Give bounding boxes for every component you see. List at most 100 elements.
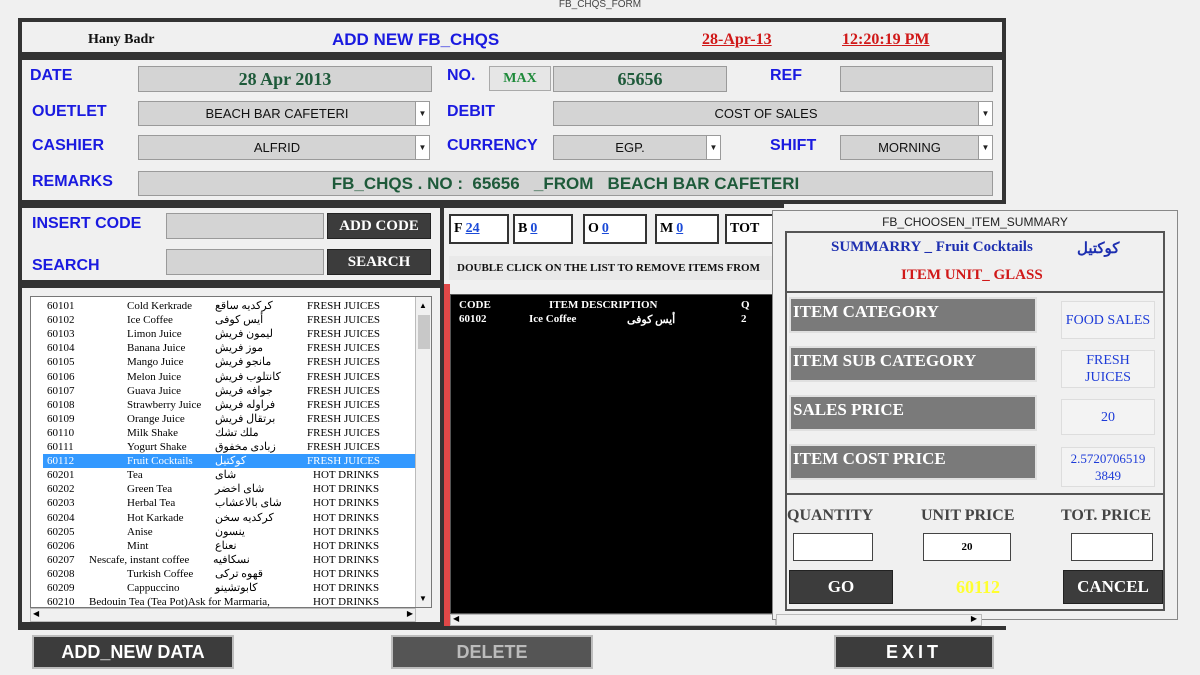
order-row[interactable]: 60102 Ice Coffee أيس كوفى 2 — [451, 313, 775, 327]
list-item[interactable]: 60205 Anise ينسون HOT DRINKS — [43, 525, 415, 539]
cashier-select[interactable]: ALFRID ▼ — [138, 135, 430, 160]
max-button[interactable]: MAX — [489, 66, 551, 91]
counter-letter: TOT — [730, 221, 760, 236]
list-item-code: 60109 — [47, 412, 75, 425]
shift-label: SHIFT — [770, 137, 817, 154]
chevron-down-icon[interactable]: ▼ — [415, 136, 429, 159]
list-item-arabic: نعناع — [215, 539, 237, 552]
list-item[interactable]: 60203 Herbal Tea شاى بالاعشاب HOT DRINKS — [43, 496, 415, 510]
unit-price-input[interactable]: 20 — [923, 533, 1011, 561]
counter-o: O0 — [583, 214, 647, 244]
list-item-name: Mango Juice — [127, 356, 184, 369]
counter-value[interactable]: 24 — [466, 221, 480, 237]
scroll-left-icon[interactable]: ◀ — [33, 609, 39, 618]
delete-button[interactable]: DELETE — [391, 635, 593, 669]
list-item[interactable]: 60207 Nescafe, instant coffee نسكافيه HOT D… — [43, 553, 415, 567]
add-new-data-button[interactable]: ADD_NEW DATA — [32, 635, 234, 669]
exit-button[interactable]: EXIT — [834, 635, 994, 669]
currency-value: EGP. — [615, 140, 645, 155]
add-code-button[interactable]: ADD CODE — [327, 213, 431, 239]
list-item[interactable]: 60106 Melon Juice كانتلوب فريش FRESH JUICES — [43, 370, 415, 384]
list-item-category: HOT DRINKS — [313, 469, 380, 482]
summary-horizontal-scrollbar[interactable]: ▶ — [776, 614, 982, 626]
search-button[interactable]: SEARCH — [327, 249, 431, 275]
counter-value[interactable]: 0 — [676, 221, 683, 237]
list-item[interactable]: 60105 Mango Juice مانجو فريش FRESH JUICES — [43, 355, 415, 369]
insert-code-input[interactable] — [166, 213, 324, 239]
list-item[interactable]: 60109 Orange Juice برتقال فريش FRESH JUICES — [43, 412, 415, 426]
list-item[interactable]: 60111 Yogurt Shake زبادى مخفوق FRESH JUICES — [43, 440, 415, 454]
chevron-down-icon[interactable]: ▼ — [415, 102, 429, 125]
list-item-name: Yogurt Shake — [127, 441, 187, 453]
list-item[interactable]: 60206 Mint نعناع HOT DRINKS — [43, 539, 415, 553]
debit-select[interactable]: COST OF SALES ▼ — [553, 101, 993, 126]
outlet-label: OUETLET — [32, 103, 107, 120]
list-item-code: 60205 — [47, 525, 75, 538]
counter-value[interactable]: 0 — [530, 221, 537, 237]
list-item[interactable]: 60107 Guava Juice جوافه فريش FRESH JUICES — [43, 384, 415, 398]
list-item-category: HOT DRINKS — [313, 525, 380, 538]
date-label: DATE — [30, 67, 73, 84]
list-item-category: HOT DRINKS — [313, 483, 380, 496]
currency-select[interactable]: EGP. ▼ — [553, 135, 721, 160]
chevron-down-icon[interactable]: ▼ — [978, 136, 992, 159]
footer-divider — [18, 626, 1006, 630]
items-vertical-scrollbar[interactable]: ▲ ▼ — [415, 297, 431, 607]
scroll-left-icon[interactable]: ◀ — [453, 614, 459, 623]
double-click-hint: DOUBLE CLICK ON THE LIST TO REMOVE ITEMS… — [449, 256, 779, 280]
list-item[interactable]: 60103 Limon Juice ليمون فريش FRESH JUICES — [43, 327, 415, 341]
scroll-up-icon[interactable]: ▲ — [419, 301, 427, 310]
scroll-thumb[interactable] — [418, 315, 430, 349]
tot-price-input[interactable] — [1071, 533, 1153, 561]
list-item[interactable]: 60210 Bedouin Tea (Tea Pot)Ask for Marmar… — [43, 595, 415, 607]
separator — [785, 493, 1165, 495]
cost-price-label: ITEM COST PRICE — [789, 444, 1037, 480]
list-item[interactable]: 60110 Milk Shake ملك تشك FRESH JUICES — [43, 426, 415, 440]
counter-value[interactable]: 0 — [602, 221, 609, 237]
order-header-description: ITEM DESCRIPTION — [549, 299, 658, 311]
unit-price-label: UNIT PRICE — [921, 507, 1015, 524]
list-item[interactable]: 60112 Fruit Cocktails كوكتيل FRESH JUICES — [43, 454, 415, 469]
ref-field[interactable] — [840, 66, 993, 92]
list-item[interactable]: 60208 Turkish Coffee قهوه تركى HOT DRINKS — [43, 567, 415, 581]
items-list[interactable]: 60101 Cold Kerkrade كركديه ساقع FRESH JUICE… — [30, 296, 432, 608]
number-field[interactable]: 65656 — [553, 66, 727, 92]
scroll-right-icon[interactable]: ▶ — [971, 614, 977, 623]
list-item[interactable]: 60204 Hot Karkade كركديه سخن HOT DRINKS — [43, 511, 415, 525]
search-input[interactable] — [166, 249, 324, 275]
counter-b: B0 — [513, 214, 573, 244]
shift-select[interactable]: MORNING ▼ — [840, 135, 993, 160]
counter-letter: O — [588, 221, 599, 236]
remarks-field[interactable]: FB_CHQS . NO : 65656 _FROM BEACH BAR CAF… — [138, 171, 993, 196]
separator — [785, 291, 1165, 293]
scroll-right-icon[interactable]: ▶ — [407, 609, 413, 618]
order-list[interactable]: CODE ITEM DESCRIPTION Q 60102 Ice Coffee… — [450, 294, 776, 614]
date-field[interactable]: 28 Apr 2013 — [138, 66, 432, 92]
currency-label: CURRENCY — [447, 137, 538, 154]
scroll-down-icon[interactable]: ▼ — [419, 594, 427, 603]
list-item-arabic: نسكافيه — [213, 553, 250, 566]
outlet-select[interactable]: BEACH BAR CAFETERI ▼ — [138, 101, 430, 126]
list-item[interactable]: 60202 Green Tea شاى اخضر HOT DRINKS — [43, 482, 415, 496]
list-item[interactable]: 60209 Cappuccino كابوتشينو HOT DRINKS — [43, 581, 415, 595]
quantity-label: QUANTITY — [787, 507, 874, 524]
order-horizontal-scrollbar[interactable]: ◀ — [450, 614, 776, 626]
list-item[interactable]: 60101 Cold Kerkrade كركديه ساقع FRESH JUICE… — [43, 299, 415, 313]
chevron-down-icon[interactable]: ▼ — [978, 102, 992, 125]
items-horizontal-scrollbar[interactable]: ◀ ▶ — [30, 608, 416, 622]
cancel-button[interactable]: CANCEL — [1063, 570, 1163, 604]
list-item-arabic: أيس كوفى — [215, 314, 264, 327]
list-item[interactable]: 60108 Strawberry Juice فراوله فريش FRESH JU… — [43, 398, 415, 412]
list-item-name: Tea — [127, 469, 143, 482]
list-item-name: Cappuccino — [127, 582, 180, 594]
quantity-input[interactable] — [793, 533, 873, 561]
list-item-arabic: كركديه سخن — [215, 511, 274, 524]
list-item-arabic: شاى — [215, 469, 237, 482]
header-date: 28-Apr-13 — [702, 31, 772, 48]
list-item[interactable]: 60104 Banana Juice موز فريش FRESH JUICES — [43, 341, 415, 355]
insert-code-label: INSERT CODE — [32, 215, 142, 232]
chevron-down-icon[interactable]: ▼ — [706, 136, 720, 159]
go-button[interactable]: GO — [789, 570, 893, 604]
list-item[interactable]: 60201 Tea شاى HOT DRINKS — [43, 468, 415, 482]
list-item[interactable]: 60102 Ice Coffee أيس كوفى FRESH JUICES — [43, 313, 415, 327]
